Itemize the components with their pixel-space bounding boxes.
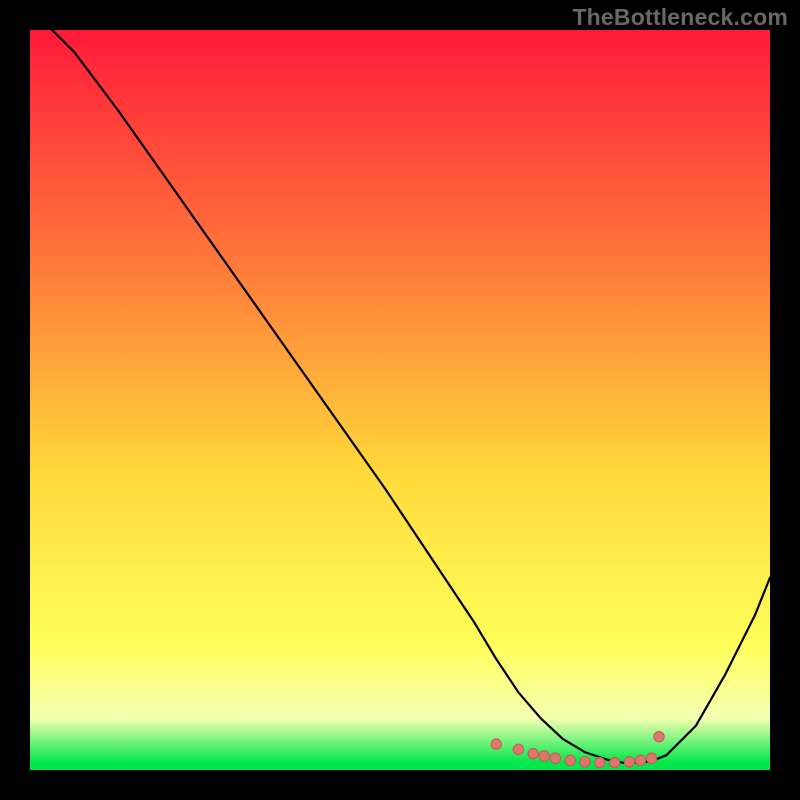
marker-dot bbox=[654, 732, 664, 742]
marker-dot bbox=[550, 753, 560, 763]
bottleneck-curve-chart bbox=[30, 30, 770, 770]
marker-dot bbox=[513, 744, 523, 754]
marker-dot bbox=[609, 757, 619, 767]
marker-dot bbox=[539, 751, 549, 761]
marker-dot bbox=[528, 749, 538, 759]
marker-dot bbox=[595, 757, 605, 767]
marker-dot bbox=[580, 757, 590, 767]
marker-dot bbox=[635, 755, 645, 765]
chart-frame: TheBottleneck.com bbox=[0, 0, 800, 800]
marker-dot bbox=[565, 755, 575, 765]
marker-dot bbox=[491, 739, 501, 749]
marker-dot bbox=[624, 757, 634, 767]
watermark-text: TheBottleneck.com bbox=[572, 4, 788, 31]
marker-dot bbox=[646, 753, 656, 763]
